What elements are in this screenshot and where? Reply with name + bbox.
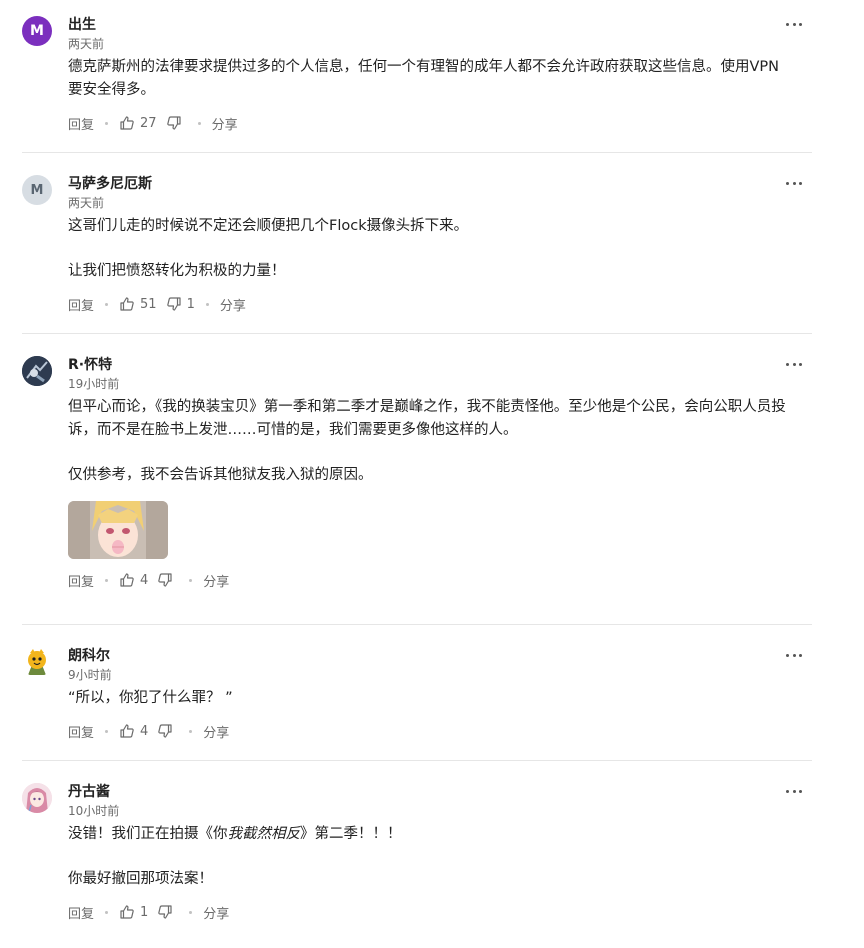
avatar[interactable]: M — [22, 16, 52, 46]
separator-dot — [105, 729, 109, 733]
comment-author[interactable]: 出生 — [68, 16, 788, 34]
downvote-button[interactable]: 1 — [166, 296, 195, 312]
comment-body: R·怀特 19小时前 但平心而论，《我的换装宝贝》第一季和第二季才是巅峰之作，我… — [68, 356, 788, 590]
italic-title: 我截然相反 — [227, 826, 301, 842]
avatar[interactable] — [22, 647, 52, 677]
upvote-count: 27 — [140, 115, 157, 131]
comment-paragraph: 你最好撤回那项法案！ — [68, 871, 213, 887]
reply-button[interactable]: 回复 — [68, 903, 94, 922]
separator-dot — [189, 910, 193, 914]
upvote-button[interactable]: 4 — [119, 723, 148, 739]
comment-text: 没错！我们正在拍摄《你我截然相反》第二季！！！ 你最好撤回那项法案！ — [68, 823, 788, 891]
more-options-icon[interactable] — [786, 18, 802, 30]
comment-author[interactable]: 丹古酱 — [68, 783, 788, 801]
share-button[interactable]: 分享 — [203, 903, 229, 922]
separator-dot — [189, 729, 193, 733]
comment-author[interactable]: 朗科尔 — [68, 647, 788, 665]
divider — [22, 333, 812, 334]
separator-dot — [105, 910, 109, 914]
thumbs-down-icon — [157, 904, 173, 920]
upvote-count: 4 — [140, 723, 149, 739]
upvote-button[interactable]: 27 — [119, 115, 157, 131]
thumbs-up-icon — [119, 723, 135, 739]
avatar[interactable]: M — [22, 175, 52, 205]
comment-body: 出生 两天前 德克萨斯州的法律要求提供过多的个人信息，任何一个有理智的成年人都不… — [68, 16, 788, 133]
comment-actions: 回复 4 分享 — [68, 570, 788, 590]
comment-timestamp[interactable]: 19小时前 — [68, 376, 788, 392]
thumbs-down-icon — [157, 723, 173, 739]
comment-timestamp[interactable]: 9小时前 — [68, 667, 788, 683]
avatar[interactable] — [22, 783, 52, 813]
comment-paragraph: 没错！我们正在拍摄《你我截然相反》第二季！！！ — [68, 823, 788, 846]
divider — [22, 760, 812, 761]
avatar[interactable] — [22, 356, 52, 386]
separator-dot — [105, 578, 109, 582]
upvote-button[interactable]: 1 — [119, 904, 148, 920]
comment-thread: M 出生 两天前 德克萨斯州的法律要求提供过多的个人信息，任何一个有理智的成年人… — [0, 0, 864, 948]
thumbs-up-icon — [119, 115, 135, 131]
comment-actions: 回复 51 1 分享 — [68, 294, 788, 314]
comment-paragraph: “所以，你犯了什么罪？ ” — [68, 690, 233, 706]
comment-text: 但平心而论，《我的换装宝贝》第一季和第二季才是巅峰之作，我不能责怪他。至少他是个… — [68, 396, 788, 487]
comment-text: “所以，你犯了什么罪？ ” — [68, 687, 788, 710]
comment-text: 德克萨斯州的法律要求提供过多的个人信息，任何一个有理智的成年人都不会允许政府获取… — [68, 56, 788, 102]
thumbs-up-icon — [119, 572, 135, 588]
comment-timestamp[interactable]: 10小时前 — [68, 803, 788, 819]
comment-body: 马萨多尼厄斯 两天前 这哥们儿走的时候说不定还会顺便把几个Flock摄像头拆下来… — [68, 175, 788, 314]
comment-actions: 回复 1 分享 — [68, 902, 788, 922]
separator-dot — [197, 121, 201, 125]
text-segment: 没错！我们正在拍摄《你 — [68, 826, 228, 842]
comment-paragraph: 这哥们儿走的时候说不定还会顺便把几个Flock摄像头拆下来。 — [68, 218, 469, 234]
thumbs-up-icon — [119, 296, 135, 312]
comment-author[interactable]: 马萨多尼厄斯 — [68, 175, 788, 193]
share-button[interactable]: 分享 — [212, 114, 238, 133]
downvote-button[interactable] — [157, 723, 178, 739]
upvote-count: 51 — [140, 296, 157, 312]
share-button[interactable]: 分享 — [220, 295, 246, 314]
more-options-icon[interactable] — [786, 358, 802, 370]
thumbs-down-icon — [157, 572, 173, 588]
thumbs-down-icon — [166, 115, 182, 131]
share-button[interactable]: 分享 — [203, 722, 229, 741]
downvote-button[interactable] — [166, 115, 187, 131]
upvote-button[interactable]: 4 — [119, 572, 148, 588]
comment-paragraph: 让我们把愤怒转化为积极的力量！ — [68, 263, 286, 279]
upvote-button[interactable]: 51 — [119, 296, 157, 312]
divider — [22, 624, 812, 625]
upvote-count: 4 — [140, 572, 149, 588]
comment-text: 这哥们儿走的时候说不定还会顺便把几个Flock摄像头拆下来。 让我们把愤怒转化为… — [68, 215, 788, 283]
comment-timestamp[interactable]: 两天前 — [68, 195, 788, 211]
separator-dot — [105, 302, 109, 306]
more-options-icon[interactable] — [786, 649, 802, 661]
reply-button[interactable]: 回复 — [68, 114, 94, 133]
thumbs-down-icon — [166, 296, 182, 312]
comment-actions: 回复 27 分享 — [68, 113, 788, 133]
comment-body: 朗科尔 9小时前 “所以，你犯了什么罪？ ” 回复 4 分享 — [68, 647, 788, 741]
downvote-count: 1 — [186, 296, 195, 312]
more-options-icon[interactable] — [786, 177, 802, 189]
reply-button[interactable]: 回复 — [68, 295, 94, 314]
comment-body: 丹古酱 10小时前 没错！我们正在拍摄《你我截然相反》第二季！！！ 你最好撤回那… — [68, 783, 788, 922]
separator-dot — [105, 121, 109, 125]
share-button[interactable]: 分享 — [203, 571, 229, 590]
divider — [22, 152, 812, 153]
comment-timestamp[interactable]: 两天前 — [68, 36, 788, 52]
reply-button[interactable]: 回复 — [68, 571, 94, 590]
separator-dot — [189, 578, 193, 582]
reply-button[interactable]: 回复 — [68, 722, 94, 741]
more-options-icon[interactable] — [786, 785, 802, 797]
separator-dot — [205, 302, 209, 306]
thumbs-up-icon — [119, 904, 135, 920]
text-segment: 》第二季！！！ — [300, 826, 402, 842]
comment-paragraph: 但平心而论，《我的换装宝贝》第一季和第二季才是巅峰之作，我不能责怪他。至少他是个… — [68, 399, 786, 438]
comment-actions: 回复 4 分享 — [68, 721, 788, 741]
upvote-count: 1 — [140, 904, 149, 920]
downvote-button[interactable] — [157, 572, 178, 588]
comment-paragraph: 仅供参考，我不会告诉其他狱友我入狱的原因。 — [68, 467, 373, 483]
downvote-button[interactable] — [157, 904, 178, 920]
comment-author[interactable]: R·怀特 — [68, 356, 788, 374]
comment-image[interactable] — [68, 501, 168, 559]
comment-paragraph: 德克萨斯州的法律要求提供过多的个人信息，任何一个有理智的成年人都不会允许政府获取… — [68, 59, 780, 98]
